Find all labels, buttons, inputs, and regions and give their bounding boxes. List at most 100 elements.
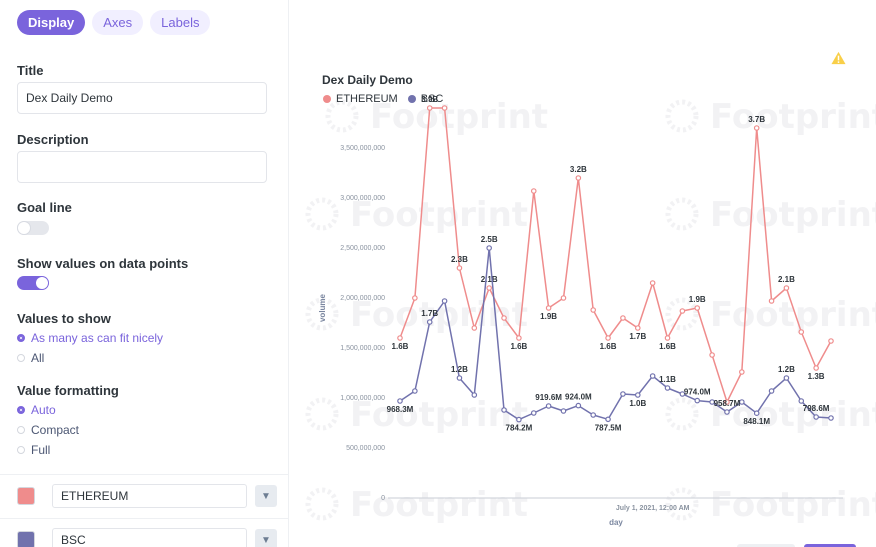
data-point <box>605 416 611 423</box>
legend-item-ethereum[interactable]: ETHEREUM <box>323 93 398 105</box>
description-input[interactable] <box>17 151 267 183</box>
data-label: 2.3B <box>451 255 468 264</box>
series-row-ethereum: ETHEREUM ▼ <box>17 484 277 508</box>
data-point <box>560 408 567 414</box>
data-point <box>471 392 478 398</box>
data-label: 1.0B <box>629 399 646 408</box>
watermark-logo <box>305 397 339 431</box>
data-point <box>575 175 582 181</box>
tab-display[interactable]: Display <box>17 10 86 35</box>
radio-indicator <box>17 426 25 434</box>
data-label: 1.9B <box>540 312 557 321</box>
data-point <box>694 397 701 404</box>
show-values-label: Show values on data points <box>17 256 189 271</box>
data-point <box>441 105 448 111</box>
title-label: Title <box>17 63 44 78</box>
settings-tabs: Display Axes Labels <box>17 10 211 35</box>
data-point <box>530 410 537 416</box>
data-point <box>516 335 522 341</box>
data-point <box>828 415 834 421</box>
description-label: Description <box>17 132 89 147</box>
data-label: 848.1M <box>743 417 770 426</box>
value-formatting-label: Value formatting <box>17 383 119 398</box>
divider <box>0 518 289 519</box>
data-label: 1.6B <box>510 342 527 351</box>
x-tick-label: July 1, 2021, 12:00 AM <box>616 505 690 512</box>
data-point <box>798 329 805 335</box>
data-point <box>813 365 819 371</box>
watermark-text: Footprint <box>710 295 876 335</box>
data-point <box>456 375 463 381</box>
watermark-logo <box>665 487 699 521</box>
data-point <box>590 412 597 418</box>
data-label: 3.2B <box>570 165 587 174</box>
data-label: 1.6B <box>659 342 676 351</box>
data-label: 1.7B <box>421 309 438 318</box>
series-name-input[interactable]: ETHEREUM <box>52 484 247 508</box>
data-point <box>753 410 760 417</box>
data-label: 924.0M <box>565 393 592 402</box>
data-point <box>724 409 730 415</box>
data-label: 2.1B <box>778 275 795 284</box>
radio-compact[interactable]: Compact <box>17 423 79 437</box>
data-point <box>486 285 492 291</box>
data-label: 1.2B <box>778 365 795 374</box>
series-name-input[interactable]: BSC <box>52 528 247 547</box>
title-input[interactable]: Dex Daily Demo <box>17 82 267 114</box>
y-tick-label: 2,000,000,000 <box>340 295 385 302</box>
data-point <box>412 295 418 301</box>
data-point <box>471 325 478 331</box>
warning-icon[interactable] <box>831 51 846 65</box>
toggle-knob <box>18 222 30 234</box>
show-values-toggle[interactable] <box>17 276 49 290</box>
data-point <box>560 295 567 301</box>
series-color-swatch[interactable] <box>17 487 35 505</box>
data-point <box>530 188 537 194</box>
data-point <box>545 403 552 409</box>
data-label: 784.2M <box>506 424 533 433</box>
radio-auto[interactable]: Auto <box>17 403 56 417</box>
radio-all[interactable]: All <box>17 351 44 365</box>
data-label: 919.6M <box>535 393 562 402</box>
x-axis-title: day <box>609 518 623 527</box>
data-point <box>679 308 686 314</box>
watermark-logo <box>305 197 339 231</box>
legend-dot <box>407 95 416 103</box>
toggle-knob <box>36 277 48 289</box>
data-point <box>768 298 775 304</box>
data-label: 1.1B <box>659 375 676 384</box>
data-point <box>649 280 656 286</box>
chevron-down-icon[interactable]: ▼ <box>255 485 277 507</box>
watermark-text: Footprint <box>710 195 876 235</box>
radio-as-many-as-fit[interactable]: As many as can fit nicely <box>17 331 163 345</box>
data-label: 1.6B <box>392 342 409 351</box>
data-label: 958.7M <box>714 399 741 408</box>
series-color-swatch[interactable] <box>17 531 35 547</box>
goal-line-toggle[interactable] <box>17 221 49 235</box>
data-label: 787.5M <box>595 423 622 432</box>
legend-dot <box>323 95 331 103</box>
y-tick-label: 1,000,000,000 <box>340 395 385 402</box>
series-row-bsc: BSC ▼ <box>17 528 277 547</box>
y-tick-label: 0 <box>381 495 385 502</box>
data-point <box>397 335 403 341</box>
data-point <box>813 414 819 420</box>
data-point <box>397 398 403 404</box>
data-point <box>575 402 582 409</box>
tab-axes[interactable]: Axes <box>92 10 144 35</box>
tab-labels[interactable]: Labels <box>150 10 211 35</box>
data-label: 974.0M <box>684 388 711 397</box>
data-label: 798.6M <box>803 404 830 413</box>
settings-panel: Display Axes Labels Title Dex Daily Demo… <box>0 0 289 547</box>
radio-full[interactable]: Full <box>17 443 50 457</box>
radio-label: All <box>31 351 45 365</box>
data-point <box>545 305 552 311</box>
watermark-logo <box>665 99 699 133</box>
radio-label: Auto <box>31 403 56 417</box>
chevron-down-icon[interactable]: ▼ <box>255 529 277 547</box>
legend-item-bsc[interactable]: BSC <box>407 93 443 105</box>
data-point <box>664 335 671 341</box>
data-label: 1.3B <box>808 372 825 381</box>
data-label: 2.5B <box>481 235 498 244</box>
data-point <box>768 388 775 394</box>
